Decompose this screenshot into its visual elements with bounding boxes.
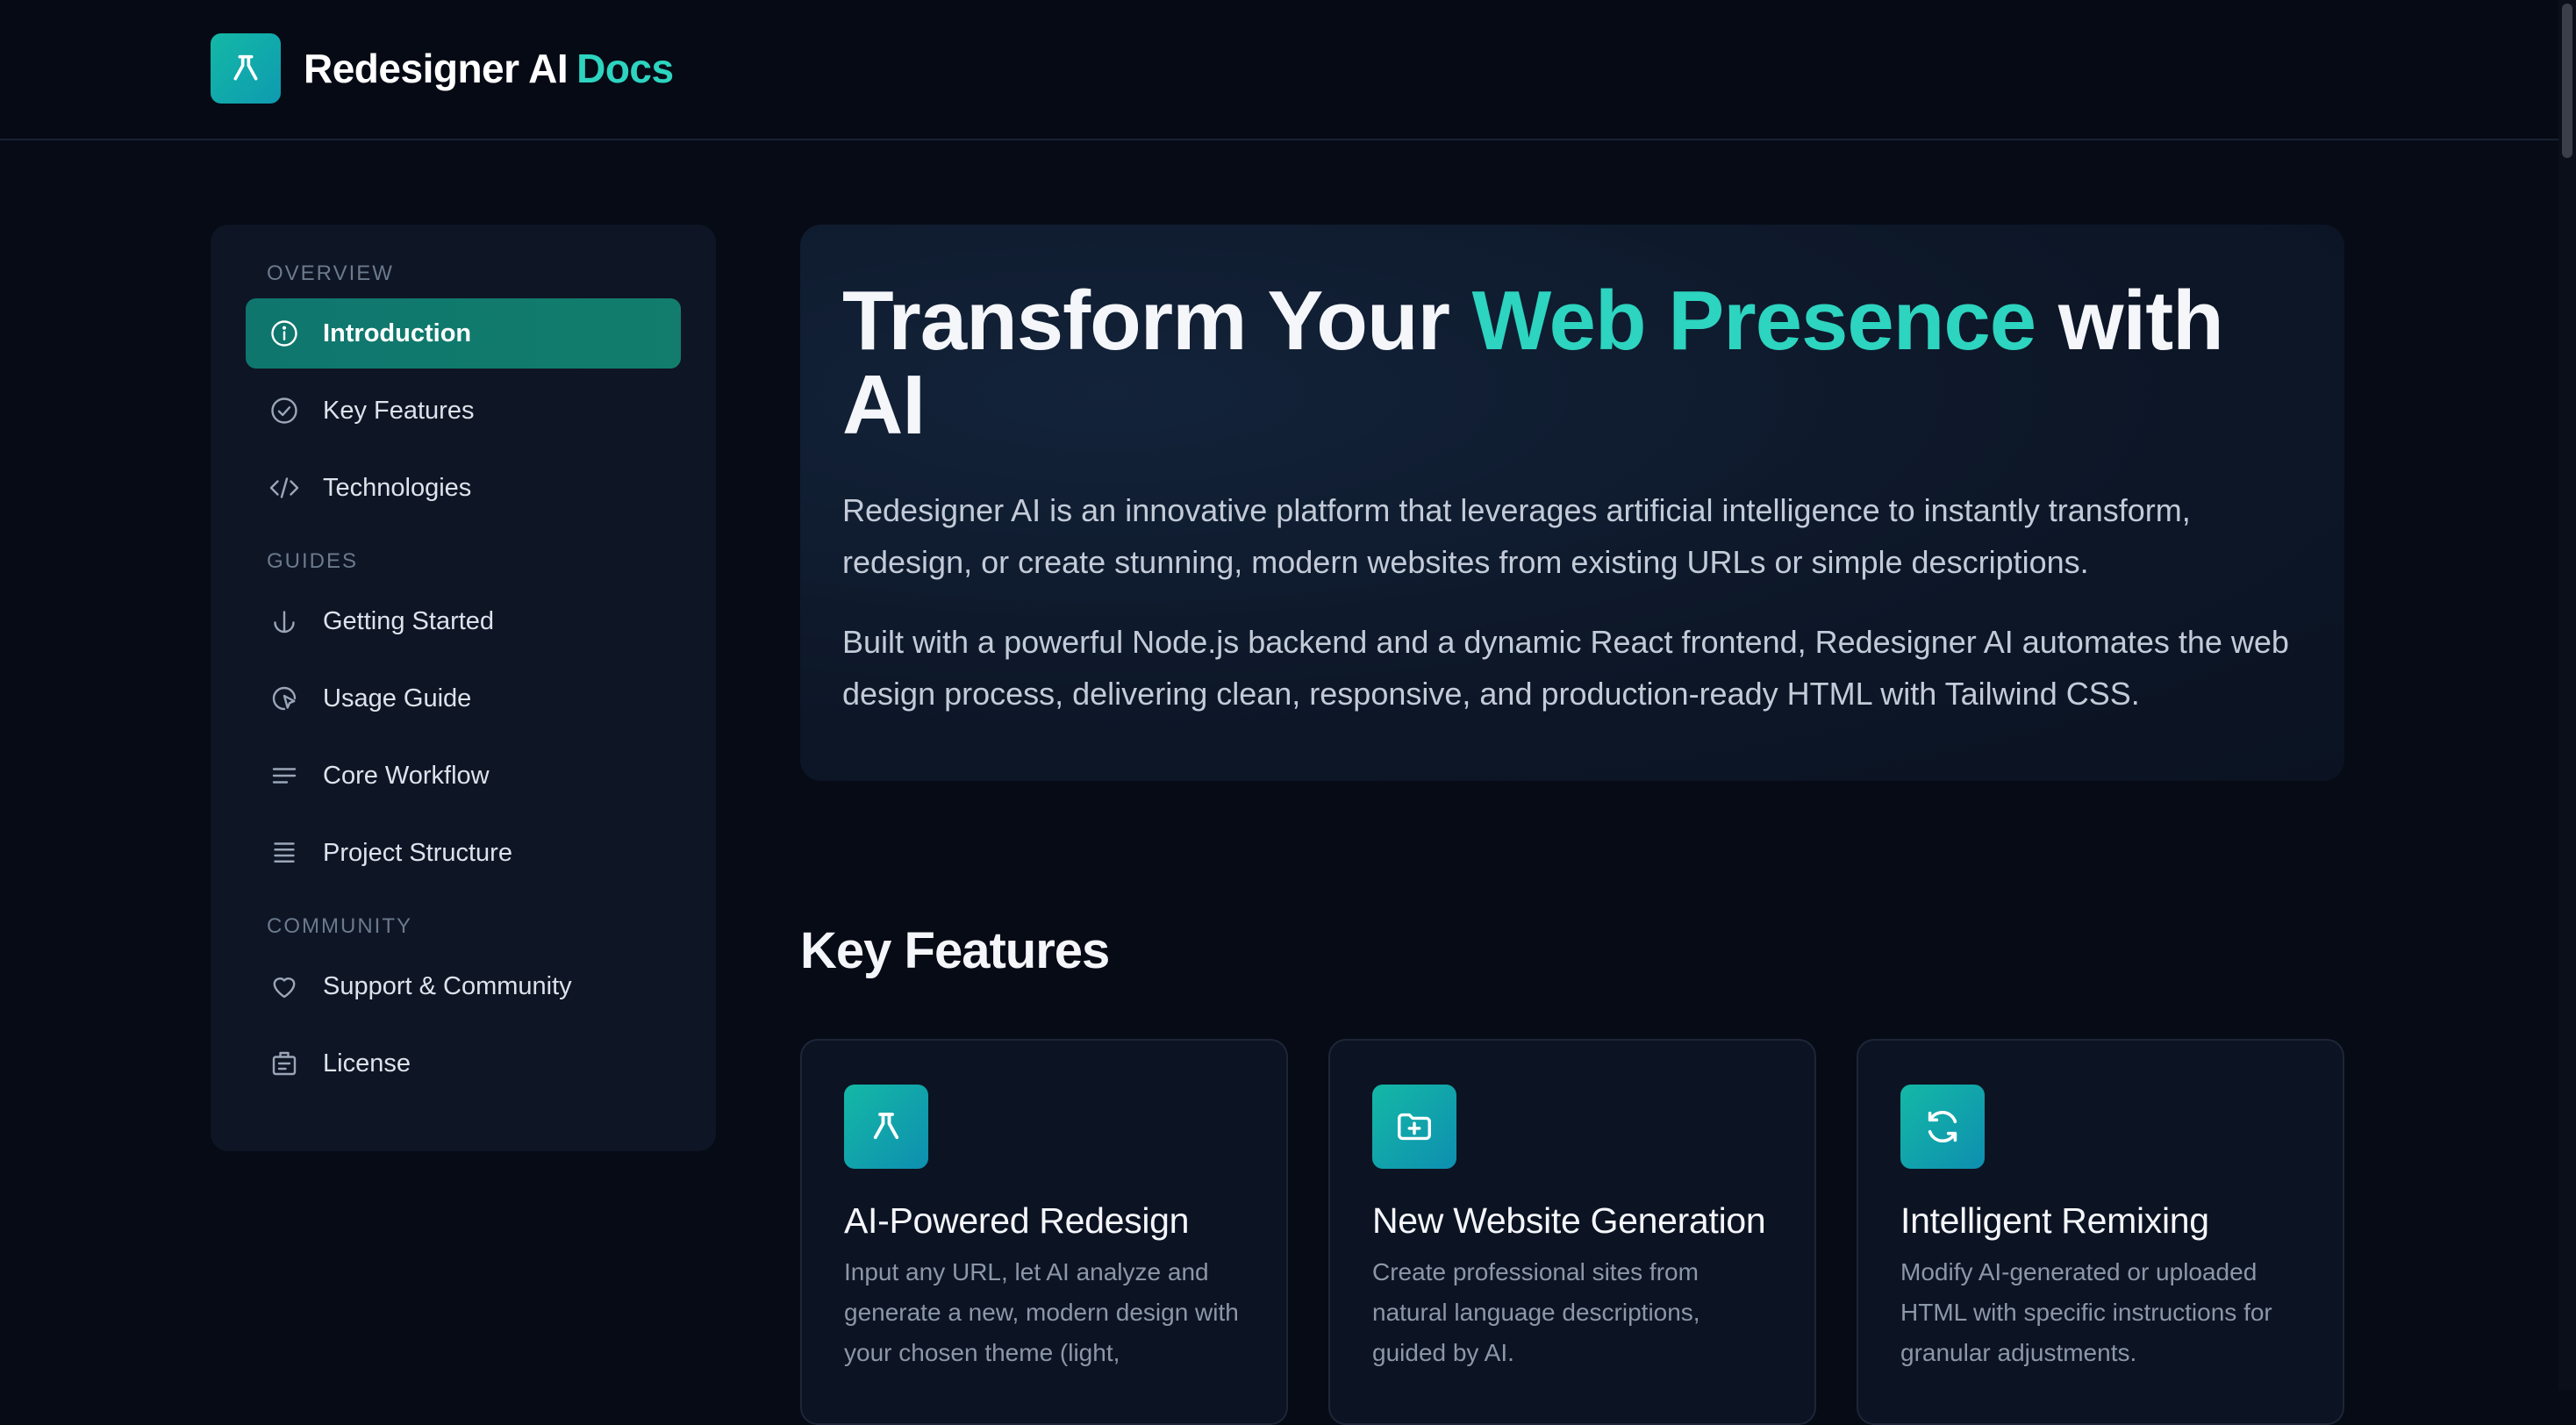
nav-section-community: COMMUNITY — [267, 914, 412, 938]
sidebar-item-getting-started[interactable]: Getting Started — [246, 586, 681, 656]
feature-card-ai-redesign: AI-Powered Redesign Input any URL, let A… — [800, 1039, 1288, 1425]
page-scrollbar[interactable] — [2558, 0, 2576, 1390]
brand-name: Redesigner AI — [304, 46, 569, 91]
feature-description: Input any URL, let AI analyze and genera… — [844, 1258, 1239, 1366]
check-circle-icon — [267, 393, 302, 428]
beaker-icon — [844, 1085, 928, 1169]
sidebar-item-key-features[interactable]: Key Features — [246, 376, 681, 446]
sidebar-item-label: Support & Community — [323, 971, 572, 1000]
feature-description: Create professional sites from natural l… — [1372, 1258, 1700, 1366]
feature-title: AI-Powered Redesign — [844, 1200, 1190, 1241]
brand-accent: Docs — [576, 46, 674, 91]
sidebar-nav: OVERVIEW Introduction Key Features Techn… — [211, 225, 716, 1151]
scrollbar-thumb[interactable] — [2562, 4, 2572, 158]
hero-title-accent: Web Presence — [1471, 274, 2037, 368]
hero-paragraph-2: Built with a powerful Node.js backend an… — [842, 624, 2289, 712]
key-features-heading: Key Features — [800, 922, 1110, 979]
menu-lines-icon — [267, 758, 302, 793]
list-icon — [267, 835, 302, 870]
cursor-click-icon — [267, 681, 302, 716]
sidebar-item-label: Introduction — [323, 319, 472, 347]
sidebar-item-label: Technologies — [323, 473, 472, 502]
anchor-icon — [267, 604, 302, 639]
sidebar-item-label: License — [323, 1049, 411, 1078]
feature-card-intelligent-remixing: Intelligent Remixing Modify AI-generated… — [1857, 1039, 2344, 1425]
sidebar-item-core-workflow[interactable]: Core Workflow — [246, 741, 681, 811]
sidebar-item-usage-guide[interactable]: Usage Guide — [246, 663, 681, 734]
beaker-icon — [211, 33, 281, 104]
sidebar-item-introduction[interactable]: Introduction — [246, 298, 681, 369]
brand[interactable]: Redesigner AI Docs — [211, 33, 674, 104]
refresh-icon — [1900, 1085, 1985, 1169]
page-title: Transform Your Web Presence with AI — [842, 279, 2302, 448]
sidebar-item-label: Project Structure — [323, 838, 512, 867]
sidebar-item-license[interactable]: License — [246, 1028, 681, 1099]
nav-section-guides: GUIDES — [267, 549, 359, 573]
sidebar-item-label: Core Workflow — [323, 761, 490, 790]
sidebar-item-label: Usage Guide — [323, 684, 472, 712]
feature-card-new-website: New Website Generation Create profession… — [1328, 1039, 1816, 1425]
sidebar-item-project-structure[interactable]: Project Structure — [246, 818, 681, 888]
license-icon — [267, 1046, 302, 1081]
hero-card: Transform Your Web Presence with AI Rede… — [800, 225, 2344, 781]
hero-paragraph-1: Redesigner AI is an innovative platform … — [842, 492, 2191, 580]
feature-title: New Website Generation — [1372, 1200, 1766, 1241]
code-icon — [267, 470, 302, 505]
sidebar-item-technologies[interactable]: Technologies — [246, 453, 681, 523]
sidebar-item-support-community[interactable]: Support & Community — [246, 951, 681, 1021]
heart-icon — [267, 969, 302, 1004]
hero-title-part1: Transform Your — [842, 274, 1472, 368]
brand-title: Redesigner AI Docs — [304, 45, 674, 92]
folder-plus-icon — [1372, 1085, 1456, 1169]
feature-title: Intelligent Remixing — [1900, 1200, 2209, 1241]
info-icon — [267, 316, 302, 351]
sidebar-item-label: Getting Started — [323, 606, 495, 635]
feature-description: Modify AI-generated or uploaded HTML wit… — [1900, 1258, 2272, 1366]
nav-section-overview: OVERVIEW — [267, 261, 394, 285]
top-header: Redesigner AI Docs — [0, 0, 2558, 140]
sidebar-item-label: Key Features — [323, 396, 475, 425]
